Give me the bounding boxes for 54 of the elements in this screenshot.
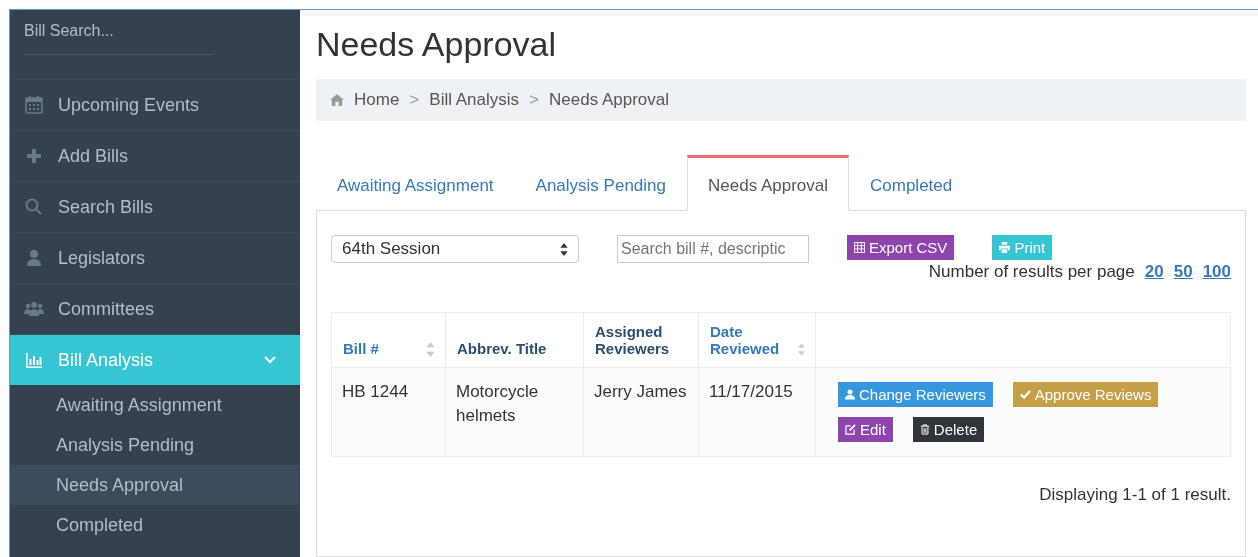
delete-button[interactable]: Delete [912,417,985,442]
breadcrumb-separator: > [409,90,420,110]
column-header: Date Reviewed [698,312,816,368]
group-icon [24,299,44,319]
table-icon [854,242,865,253]
reviewers-button[interactable]: Change Reviewers [838,382,993,407]
sidebar-item[interactable]: Legislators [10,233,300,284]
breadcrumb-link[interactable]: Home [354,90,400,110]
sidebar-subitem[interactable]: Needs Approval [10,465,300,505]
trash-icon [919,424,930,435]
column-header: Abbrev. Title [445,312,584,368]
calendar-icon [24,95,44,115]
home-icon [330,94,344,106]
tab[interactable]: Analysis Pending [514,155,687,210]
plus-icon [24,146,44,166]
tab[interactable]: Needs Approval [687,155,849,211]
search-field[interactable]: Search bill #, descriptic [617,235,809,263]
table-cell: 11/17/2015 [698,367,816,457]
sidebar-item[interactable]: Add Bills [10,131,300,182]
tab[interactable]: Completed [849,155,974,210]
session-select[interactable]: 64th Session [331,235,579,263]
sort-icon[interactable] [798,342,805,357]
page-title: Needs Approval [316,24,558,64]
per-page-label: Number of results per page [928,262,1135,282]
breadcrumb-link[interactable]: Bill Analysis [429,90,520,110]
sidebar-subitem[interactable]: Awaiting Assignment [10,385,300,425]
printer-icon [999,242,1011,253]
person-icon [24,248,44,268]
column-header: Bill # [331,312,446,368]
bill-search-field[interactable]: Bill Search... [24,20,214,55]
sort-arrows-icon [560,242,568,256]
column-header: Assigned Reviewers [583,312,699,368]
sort-icon[interactable] [426,342,435,357]
per-page-link[interactable]: 100 [1202,262,1231,282]
edit-icon [845,424,856,435]
table-cell: Jerry James [583,367,699,457]
edit-button[interactable]: Edit [838,417,893,442]
person-icon [845,389,855,400]
sidebar-subitem[interactable]: Completed [10,505,300,545]
per-page-link[interactable]: 50 [1173,262,1193,282]
breadcrumb-separator: > [529,90,539,110]
sidebar-item[interactable]: Upcoming Events [10,80,300,131]
sidebar-subitem[interactable]: Analysis Pending [10,425,300,465]
table-cell: Motorcycle helmets [445,367,584,457]
results-summary: Displaying 1-1 of 1 result. [1038,485,1231,505]
checkmark-icon [1019,389,1031,400]
sidebar-item[interactable]: Search Bills [10,182,300,233]
tab[interactable]: Awaiting Assignment [316,155,515,210]
chevron-down-icon [264,356,276,364]
bar-chart-icon [24,350,44,370]
bill-link[interactable]: HB 1244 [331,367,446,457]
per-page-link[interactable]: 20 [1144,262,1164,282]
search-icon [24,197,44,217]
export-csv-button[interactable]: Export CSV [847,235,955,260]
